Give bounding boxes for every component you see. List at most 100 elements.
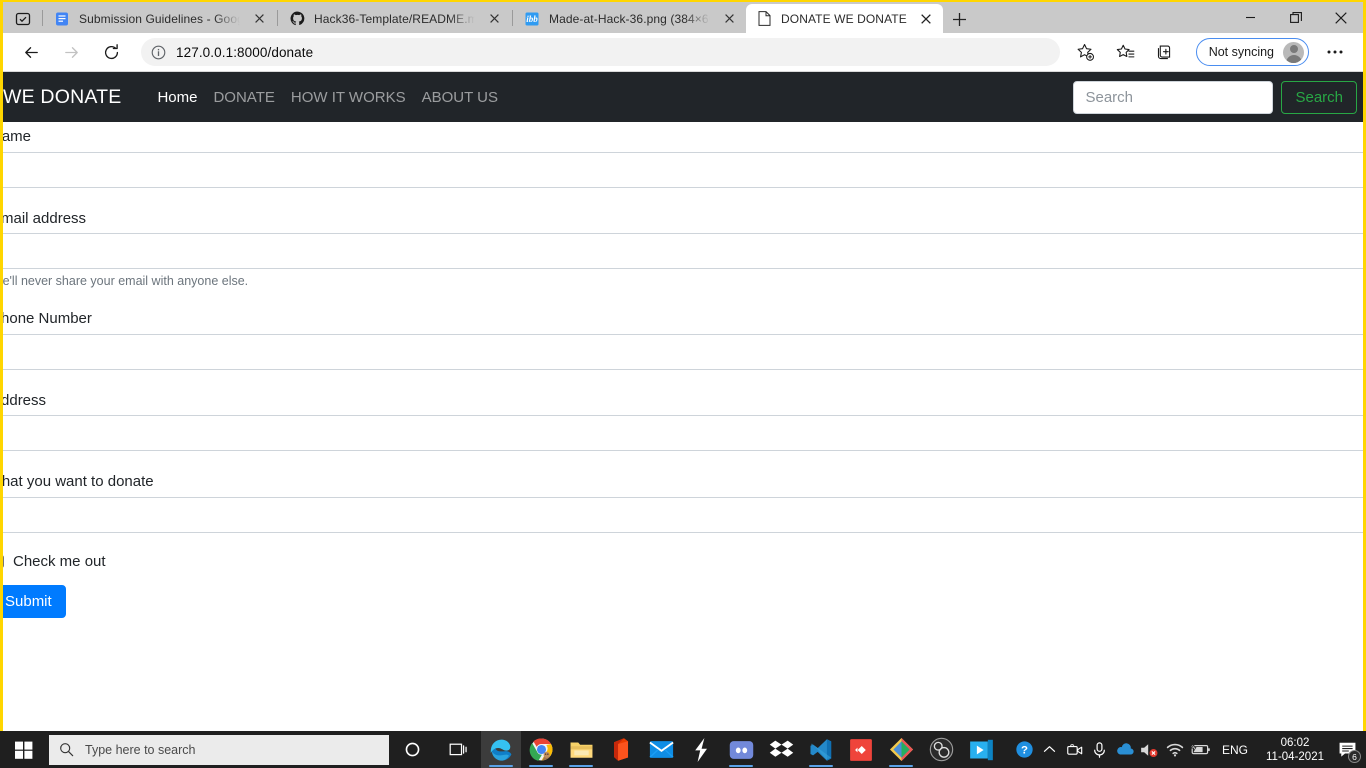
help-icon[interactable]: ? [1012, 731, 1037, 768]
new-tab-button[interactable] [945, 5, 975, 33]
onedrive-icon[interactable] [1112, 731, 1137, 768]
refresh-icon[interactable] [95, 36, 127, 68]
microphone-icon[interactable] [1087, 731, 1112, 768]
taskbar-app-mail[interactable] [641, 731, 681, 768]
close-icon[interactable] [483, 8, 505, 30]
address-bar[interactable]: 127.0.0.1:8000/donate [141, 38, 1060, 66]
taskbar-app-prisma[interactable] [881, 731, 921, 768]
microsoft-office-icon [613, 738, 628, 761]
tab-separator [277, 10, 278, 26]
taskbar-app-movies-tv[interactable] [961, 731, 1001, 768]
browser-tab-3[interactable]: ibb Made-at-Hack-36.png (384×60) [514, 4, 746, 33]
taskbar-app-microsoft-office[interactable] [601, 731, 641, 768]
form-group-email: Email address We'll never share your ema… [3, 204, 1363, 288]
add-favorite-icon[interactable] [1070, 37, 1102, 67]
favorites-icon[interactable] [1110, 37, 1142, 67]
site-info-icon[interactable] [151, 45, 166, 60]
settings-and-more-icon[interactable] [1319, 37, 1351, 67]
nav-link-home[interactable]: Home [149, 89, 205, 106]
volume-muted-icon[interactable] [1137, 731, 1162, 768]
close-icon[interactable] [1318, 2, 1363, 33]
taskbar-app-google-chrome[interactable] [521, 731, 561, 768]
forward-icon[interactable] [55, 36, 87, 68]
browser-tab-1-title: Submission Guidelines - Google [79, 11, 240, 26]
google-docs-icon [54, 11, 70, 27]
browser-tab-2[interactable]: Hack36-Template/README.md a [279, 4, 511, 33]
browser-tab-4-active[interactable]: DONATE WE DONATE [746, 4, 943, 33]
notification-badge: 6 [1348, 750, 1361, 763]
profile-label: Not syncing [1208, 45, 1274, 59]
taskbar-app-microsoft-edge[interactable] [481, 731, 521, 768]
google-chrome-icon [529, 738, 552, 761]
shazam-icon [695, 737, 707, 762]
input-phone-number[interactable] [3, 333, 1363, 370]
label-what-you-want-to-donate: what you want to donate [3, 473, 154, 490]
form-group-address: Address [3, 386, 1363, 451]
notifications-button[interactable]: 6 [1332, 731, 1362, 768]
page-content: WE DONATE Home DONATE HOW IT WORKS ABOUT… [3, 72, 1363, 618]
taskbar-app-discord[interactable] [721, 731, 761, 768]
windows-taskbar: Type here to search ? ENG 06:02 11-04-20… [0, 731, 1366, 768]
input-what-you-want-to-donate[interactable] [3, 496, 1363, 533]
browser-tab-4-title: DONATE WE DONATE [781, 11, 907, 26]
close-icon[interactable] [915, 8, 937, 30]
restore-icon[interactable] [1273, 2, 1318, 33]
taskbar-app-dropbox[interactable] [761, 731, 801, 768]
taskbar-app-vs-code[interactable] [801, 731, 841, 768]
system-tray: ? ENG 06:02 11-04-2021 6 [1012, 731, 1366, 768]
dropbox-icon [769, 740, 793, 757]
taskbar-app-anydesk[interactable] [841, 731, 881, 768]
search-icon [59, 742, 74, 757]
label-name: Name [3, 128, 32, 145]
browser-toolbar: 127.0.0.1:8000/donate Not syncing [3, 33, 1363, 72]
browser-window: Submission Guidelines - Google Hack36-Te… [0, 0, 1366, 731]
task-view-icon[interactable] [435, 731, 481, 768]
submit-button[interactable]: Submit [3, 584, 66, 618]
page-icon [756, 11, 772, 27]
taskbar-app-obs-studio[interactable] [921, 731, 961, 768]
taskbar-app-file-explorer[interactable] [561, 731, 601, 768]
clock[interactable]: 06:02 11-04-2021 [1258, 736, 1332, 764]
input-language[interactable]: ENG [1212, 743, 1258, 757]
label-address: Address [3, 391, 47, 409]
mail-icon [648, 741, 674, 758]
label-phone-number: Phone Number [3, 310, 92, 327]
minimize-icon[interactable] [1228, 2, 1273, 33]
site-search-button[interactable]: Search [1281, 80, 1357, 114]
ibb-icon: ibb [524, 11, 540, 27]
label-email-address: Email address [3, 209, 87, 227]
tab-separator [42, 10, 43, 26]
input-email-address[interactable] [3, 233, 1363, 269]
nav-link-donate[interactable]: DONATE [205, 89, 282, 106]
battery-charging-icon[interactable] [1187, 731, 1212, 768]
cortana-icon[interactable] [389, 731, 435, 768]
input-address[interactable] [3, 415, 1363, 451]
close-icon[interactable] [248, 8, 270, 30]
site-brand[interactable]: WE DONATE [3, 86, 121, 109]
site-nav-links: Home DONATE HOW IT WORKS ABOUT US [149, 89, 506, 106]
taskbar-app-shazam[interactable] [681, 731, 721, 768]
github-icon [289, 11, 305, 27]
input-name[interactable] [3, 151, 1363, 188]
label-check-me-out[interactable]: Check me out [13, 553, 106, 570]
nav-link-about-us[interactable]: ABOUT US [414, 89, 506, 106]
taskbar-search-box[interactable]: Type here to search [49, 734, 389, 765]
clock-time: 06:02 [1280, 736, 1310, 749]
checkbox-check-me-out[interactable] [3, 554, 4, 568]
tab-actions-menu-button[interactable] [5, 4, 41, 33]
close-icon[interactable] [718, 8, 740, 30]
site-navbar: WE DONATE Home DONATE HOW IT WORKS ABOUT… [3, 72, 1363, 122]
window-controls [1228, 2, 1363, 33]
camera-icon[interactable] [1062, 731, 1087, 768]
collections-icon[interactable] [1150, 37, 1182, 67]
profile-button[interactable]: Not syncing [1195, 38, 1309, 66]
site-search-input[interactable] [1073, 80, 1274, 114]
browser-tab-1[interactable]: Submission Guidelines - Google [44, 4, 276, 33]
network-wifi-icon[interactable] [1162, 731, 1187, 768]
start-button-icon[interactable] [0, 731, 48, 768]
browser-tab-strip: Submission Guidelines - Google Hack36-Te… [3, 2, 1363, 33]
back-icon[interactable] [15, 36, 47, 68]
show-hidden-icons-chevron-up-icon[interactable] [1037, 731, 1062, 768]
nav-link-how-it-works[interactable]: HOW IT WORKS [283, 89, 414, 106]
page-viewport: WE DONATE Home DONATE HOW IT WORKS ABOUT… [3, 72, 1363, 731]
